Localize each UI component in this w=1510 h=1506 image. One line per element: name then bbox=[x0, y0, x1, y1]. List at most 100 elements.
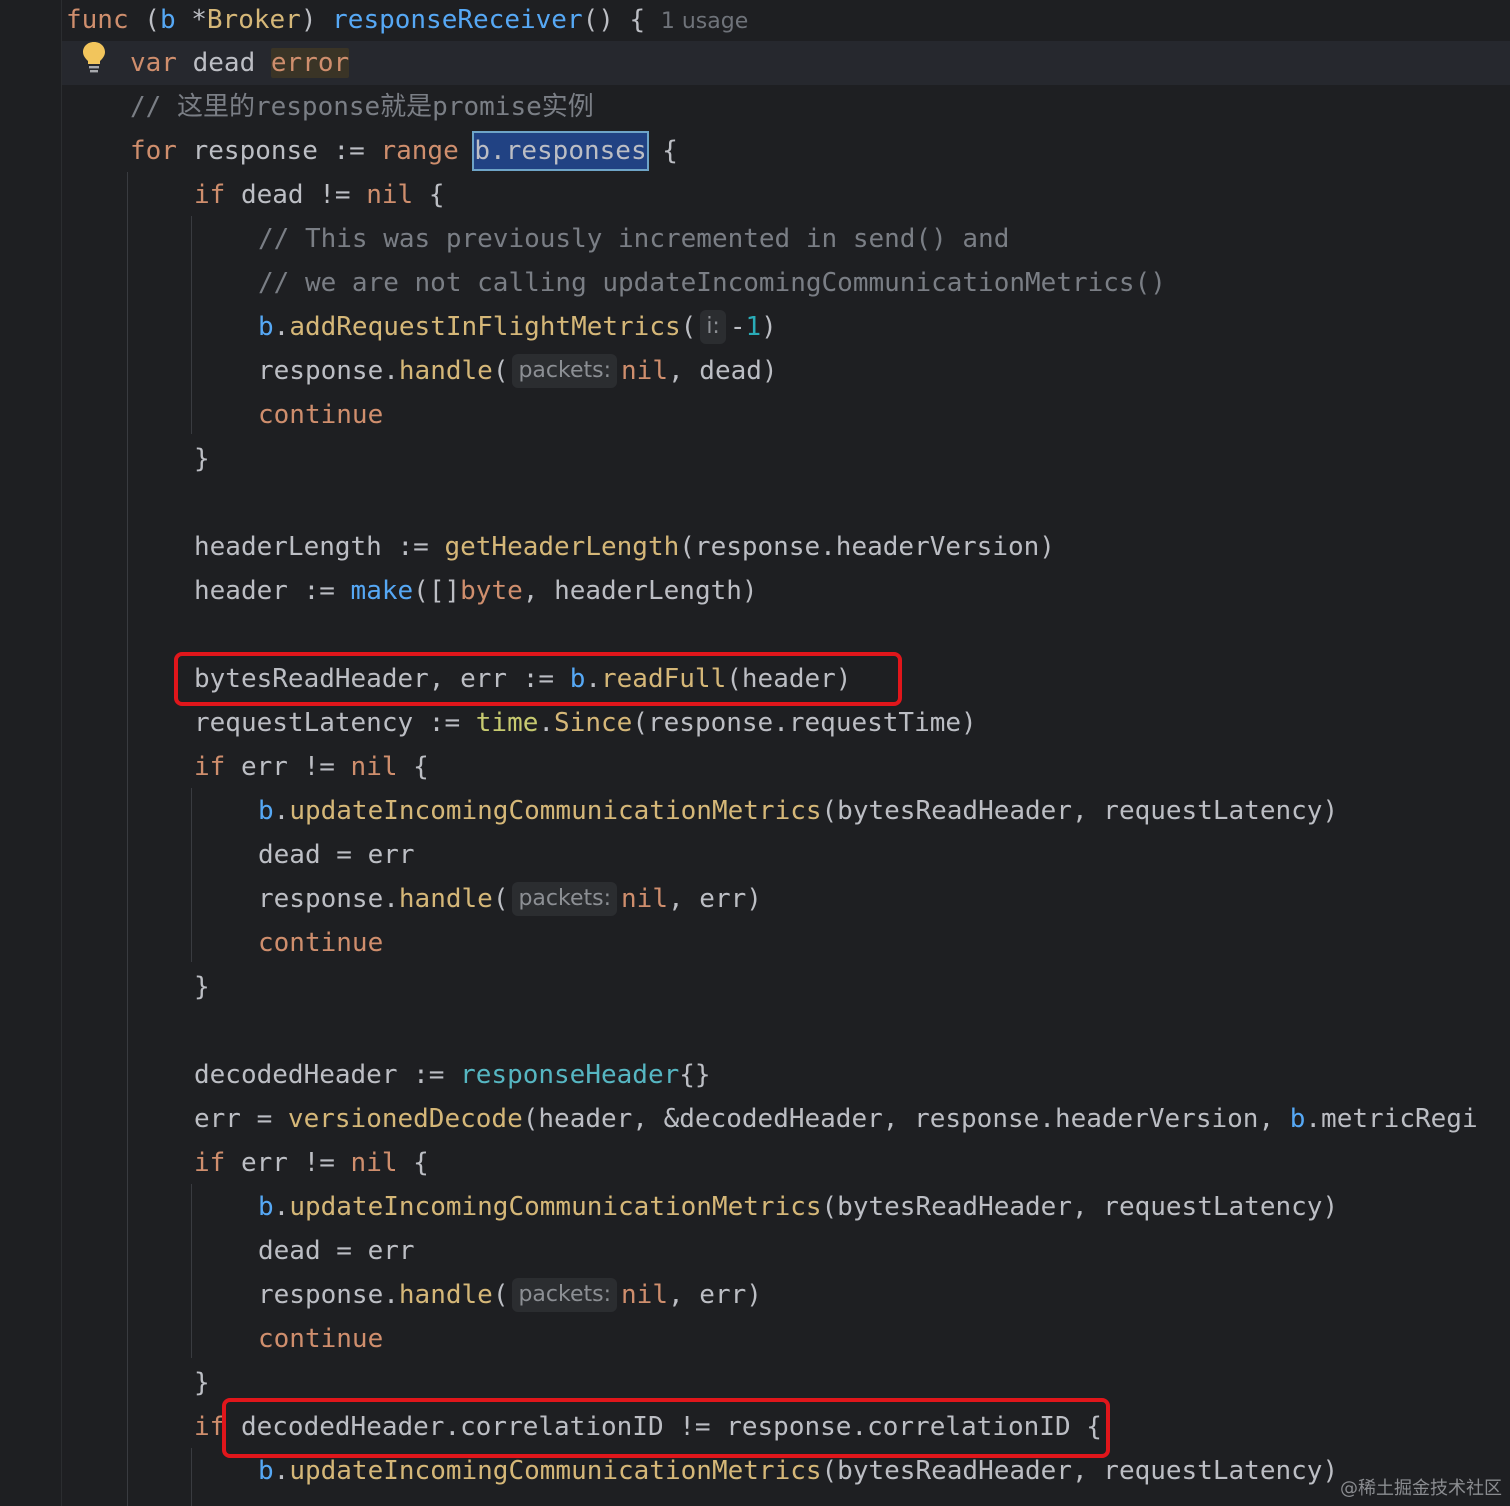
code-line-continue[interactable]: continue bbox=[258, 393, 383, 437]
punct: . bbox=[538, 708, 555, 738]
code-line-if-err[interactable]: if err != nil { bbox=[194, 1141, 429, 1185]
keyword-if: if bbox=[194, 1148, 226, 1178]
lightbulb-icon[interactable] bbox=[80, 40, 108, 74]
identifier: err = bbox=[194, 1104, 288, 1134]
keyword-nil: nil bbox=[350, 1148, 398, 1178]
gutter-divider bbox=[61, 0, 62, 1506]
identifier: dead != bbox=[225, 180, 367, 210]
indent-guide bbox=[191, 788, 192, 962]
code-line-var-dead[interactable]: var dead error bbox=[130, 41, 350, 85]
code-line-brace[interactable]: } bbox=[194, 437, 210, 481]
usage-hint[interactable]: 1 usage bbox=[661, 9, 748, 34]
receiver-b: b bbox=[159, 5, 176, 35]
keyword-range: range bbox=[380, 136, 459, 166]
identifier: response. bbox=[258, 1280, 399, 1310]
punct: { bbox=[413, 180, 445, 210]
method-call: handle bbox=[398, 356, 493, 386]
punct: () { bbox=[582, 5, 661, 35]
code-line-request-latency[interactable]: requestLatency := time.Since(response.re… bbox=[194, 701, 977, 745]
code-line-decoded-header[interactable]: decodedHeader := responseHeader{} bbox=[194, 1053, 711, 1097]
code-line-brace[interactable]: } bbox=[194, 965, 210, 1009]
code-line-dead-assign[interactable]: dead = err bbox=[258, 1229, 415, 1273]
punct: . bbox=[273, 312, 290, 342]
code-line-add-metrics[interactable]: b.addRequestInFlightMetrics(i: -1) bbox=[258, 305, 777, 349]
receiver-b: b bbox=[258, 312, 274, 342]
code-line-header-length[interactable]: headerLength := getHeaderLength(response… bbox=[194, 525, 1055, 569]
method-call: updateIncomingCommunicationMetrics bbox=[289, 1192, 822, 1222]
identifier: (header, &decodedHeader, response.header… bbox=[522, 1104, 1290, 1134]
identifier: decodedHeader := bbox=[194, 1060, 461, 1090]
code-line-response-handle[interactable]: response.handle(packets: nil, dead) bbox=[258, 349, 778, 393]
code-line-for-range[interactable]: for response := range b.responses { bbox=[130, 129, 678, 173]
identifier: (response.headerVersion) bbox=[679, 532, 1055, 562]
punct: ( bbox=[128, 5, 160, 35]
keyword-nil: nil bbox=[621, 884, 668, 914]
punct: , dead) bbox=[667, 356, 778, 386]
code-line-if-dead[interactable]: if dead != nil { bbox=[194, 173, 444, 217]
code-line-comment: // we are not calling updateIncomingComm… bbox=[258, 268, 1166, 298]
identifier: .metricRegi bbox=[1305, 1104, 1478, 1134]
code-line-if-err[interactable]: if err != nil { bbox=[194, 745, 429, 789]
function-call: getHeaderLength bbox=[444, 532, 680, 562]
code-line-func-signature[interactable]: func (b *Broker) responseReceiver() { 1 … bbox=[66, 0, 748, 42]
punct: ( bbox=[492, 884, 509, 914]
code-line-continue[interactable]: continue bbox=[258, 921, 383, 965]
punct: , err) bbox=[667, 884, 762, 914]
method-call: updateIncomingCommunicationMetrics bbox=[289, 796, 822, 826]
identifier: err != bbox=[225, 1148, 351, 1178]
keyword-nil: nil bbox=[621, 356, 668, 386]
receiver-b: b bbox=[258, 796, 274, 826]
code-line-update-metrics[interactable]: b.updateIncomingCommunicationMetrics(byt… bbox=[258, 789, 1338, 833]
method-call: addRequestInFlightMetrics bbox=[289, 312, 681, 342]
identifier: (bytesReadHeader, requestLatency) bbox=[821, 1456, 1339, 1486]
punct: { bbox=[397, 752, 429, 782]
code-line-comment: // 这里的response就是promise实例 bbox=[130, 92, 594, 122]
punct: ( bbox=[492, 356, 509, 386]
identifier: err != bbox=[225, 752, 351, 782]
keyword-func: func bbox=[66, 5, 129, 35]
punct: ) bbox=[300, 5, 333, 35]
watermark: @稀土掘金技术社区 bbox=[1340, 1478, 1502, 1499]
receiver-b: b bbox=[1289, 1104, 1306, 1134]
keyword-for: for bbox=[130, 136, 177, 166]
punct: ) bbox=[761, 312, 777, 342]
code-line-make-header[interactable]: header := make([]byte, headerLength) bbox=[194, 569, 758, 613]
punct: ( bbox=[680, 312, 697, 342]
identifier: response := bbox=[176, 136, 381, 166]
identifier: , headerLength) bbox=[522, 576, 758, 606]
annotation-box-correlation bbox=[222, 1398, 1110, 1458]
identifier: headerLength := bbox=[194, 532, 445, 562]
code-line-continue[interactable]: continue bbox=[258, 1317, 383, 1361]
keyword-if: if bbox=[194, 180, 226, 210]
identifier: (bytesReadHeader, requestLatency) bbox=[821, 1192, 1339, 1222]
identifier: header := bbox=[194, 576, 351, 606]
code-line-brace[interactable]: } bbox=[194, 1361, 210, 1405]
punct: * bbox=[175, 5, 207, 35]
code-line-response-handle[interactable]: response.handle(packets: nil, err) bbox=[258, 1273, 762, 1317]
punct: { bbox=[646, 136, 678, 166]
indent-guide bbox=[191, 216, 192, 434]
punct: { bbox=[397, 1148, 429, 1178]
code-editor[interactable]: func (b *Broker) responseReceiver() { 1 … bbox=[0, 0, 1510, 1506]
code-line-update-metrics[interactable]: b.updateIncomingCommunicationMetrics(byt… bbox=[258, 1185, 1338, 1229]
keyword-var: var bbox=[130, 48, 177, 78]
indent-guide bbox=[127, 172, 128, 1506]
param-hint: i: bbox=[700, 310, 726, 344]
punct: . bbox=[273, 1456, 290, 1486]
code-line-dead-assign[interactable]: dead = err bbox=[258, 833, 415, 877]
identifier: requestLatency := bbox=[194, 708, 476, 738]
identifier: (bytesReadHeader, requestLatency) bbox=[821, 796, 1339, 826]
keyword-if: if bbox=[194, 752, 226, 782]
function-name: responseReceiver bbox=[332, 5, 583, 35]
indent-guide bbox=[191, 1184, 192, 1358]
param-hint: packets: bbox=[512, 1278, 618, 1312]
package-time: time bbox=[475, 708, 539, 738]
keyword-if: if bbox=[194, 1412, 226, 1442]
receiver-b: b bbox=[258, 1192, 274, 1222]
code-line-versioned-decode[interactable]: err = versionedDecode(header, &decodedHe… bbox=[194, 1097, 1478, 1141]
method-call: handle bbox=[398, 1280, 493, 1310]
code-line-response-handle[interactable]: response.handle(packets: nil, err) bbox=[258, 877, 762, 921]
keyword-nil: nil bbox=[621, 1280, 668, 1310]
selected-expression[interactable]: b.responses bbox=[472, 131, 649, 171]
punct: ([] bbox=[413, 576, 461, 606]
